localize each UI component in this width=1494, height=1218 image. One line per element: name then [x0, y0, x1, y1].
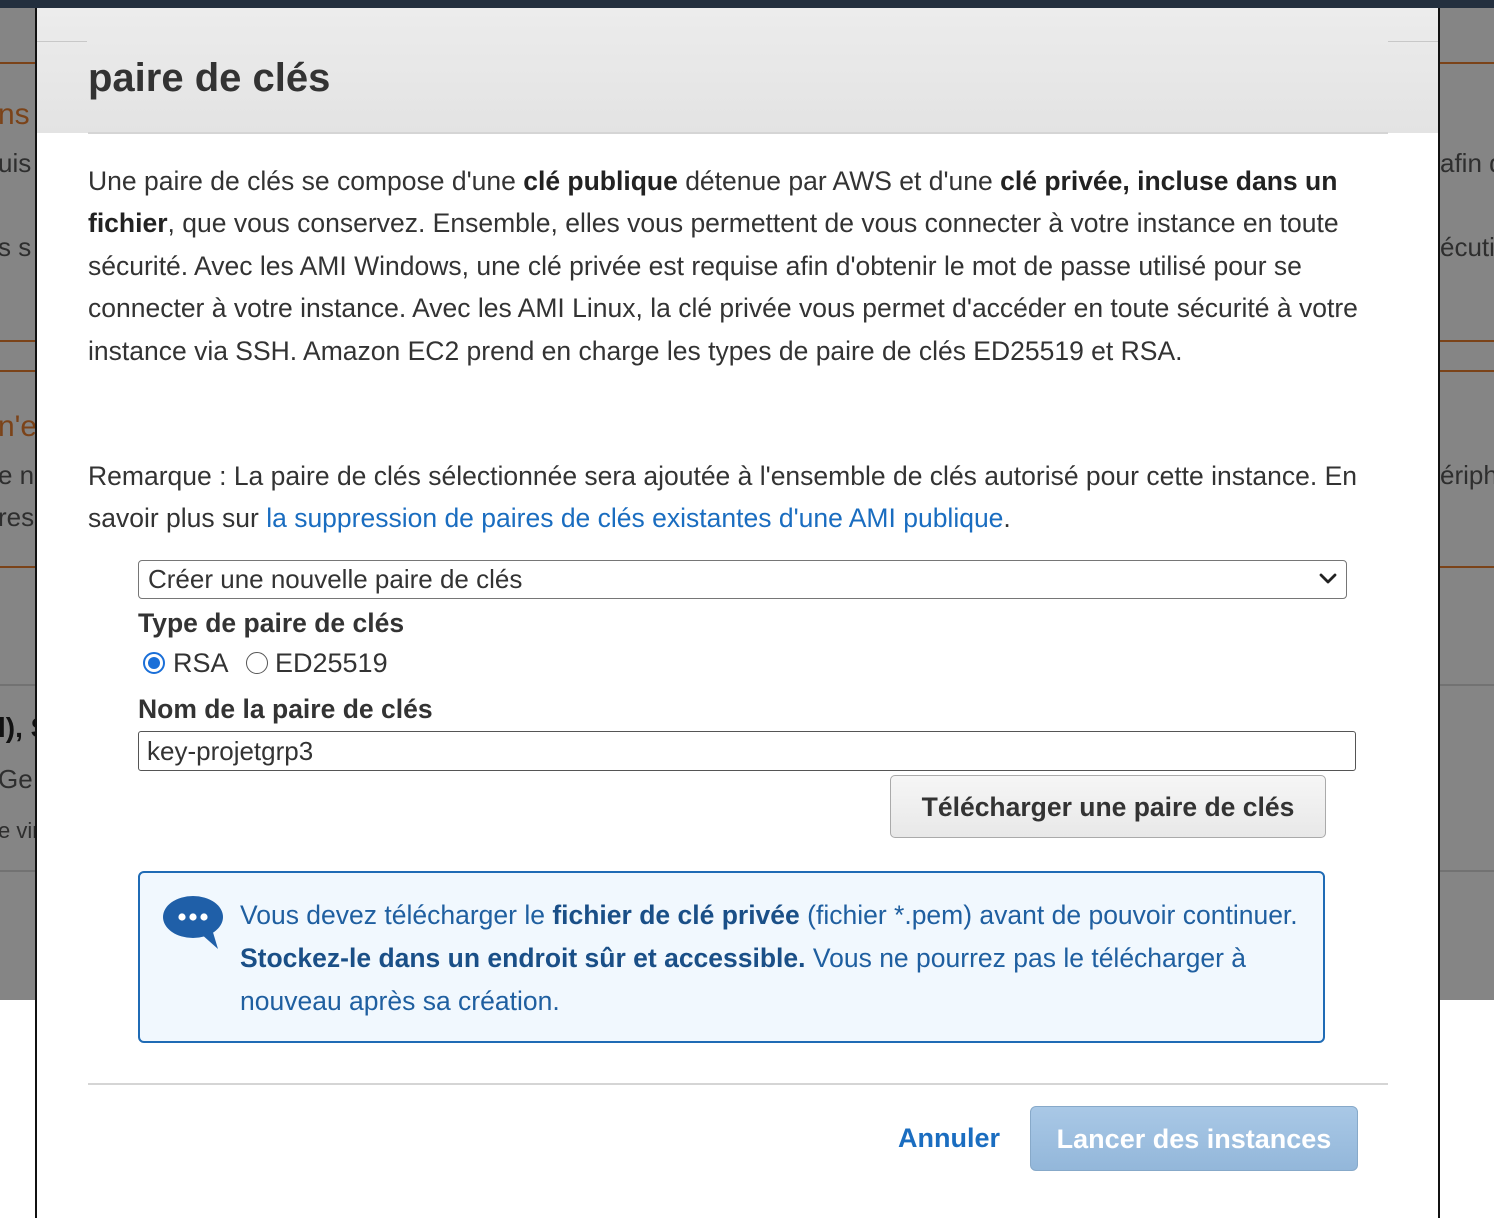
key-name-label: Nom de la paire de clés: [138, 694, 433, 724]
radio-ed25519-label[interactable]: ED25519: [275, 648, 388, 679]
intro-bold-public-key: clé publique: [523, 166, 678, 196]
info-bold-private-key-file: fichier de clé privée: [552, 900, 800, 930]
info-text: (fichier *.pem) avant de pouvoir continu…: [799, 900, 1298, 930]
key-name-input[interactable]: [138, 731, 1356, 771]
dialog-title: paire de clés: [88, 56, 331, 100]
note-period: .: [1003, 503, 1011, 534]
launch-instances-button[interactable]: Lancer des instances: [1030, 1106, 1358, 1171]
info-text: Vous devez télécharger le: [240, 900, 553, 930]
info-bold-store-safely: Stockez-le dans un endroit sûr et access…: [240, 943, 806, 973]
cancel-button[interactable]: Annuler: [889, 1106, 1009, 1170]
radio-ed25519[interactable]: [246, 652, 268, 674]
info-alert: Vous devez télécharger le fichier de clé…: [138, 871, 1325, 1043]
key-pair-select-value: Créer une nouvelle paire de clés: [148, 564, 523, 594]
download-key-pair-button[interactable]: Télécharger une paire de clés: [890, 775, 1326, 838]
footer-divider: [88, 1083, 1388, 1085]
radio-rsa[interactable]: [143, 652, 165, 674]
key-type-label: Type de paire de clés: [138, 608, 405, 638]
header-tick: [1388, 41, 1438, 42]
intro-paragraph: Une paire de clés se compose d'une clé p…: [88, 160, 1398, 372]
note-paragraph: Remarque : La paire de clés sélectionnée…: [88, 455, 1398, 540]
chevron-down-icon: [1319, 573, 1337, 584]
intro-text: détenue par AWS et d'une: [677, 166, 1001, 196]
chat-bubble-icon: [163, 896, 223, 949]
header-tick: [37, 41, 87, 42]
intro-text: Une paire de clés se compose d'une: [88, 166, 524, 196]
dialog-header: paire de clés: [37, 8, 1438, 133]
key-pair-dialog: paire de clés Une paire de clés se compo…: [35, 8, 1440, 1218]
key-pair-select[interactable]: Créer une nouvelle paire de clés: [138, 560, 1347, 599]
intro-text: , que vous conservez. Ensemble, elles vo…: [88, 208, 1358, 366]
header-divider: [88, 132, 1388, 134]
remove-keys-link[interactable]: la suppression de paires de clés existan…: [266, 503, 1003, 533]
info-message: Vous devez télécharger le fichier de clé…: [240, 894, 1300, 1023]
top-navigation-bar: [0, 0, 1494, 8]
radio-rsa-label[interactable]: RSA: [173, 648, 229, 679]
